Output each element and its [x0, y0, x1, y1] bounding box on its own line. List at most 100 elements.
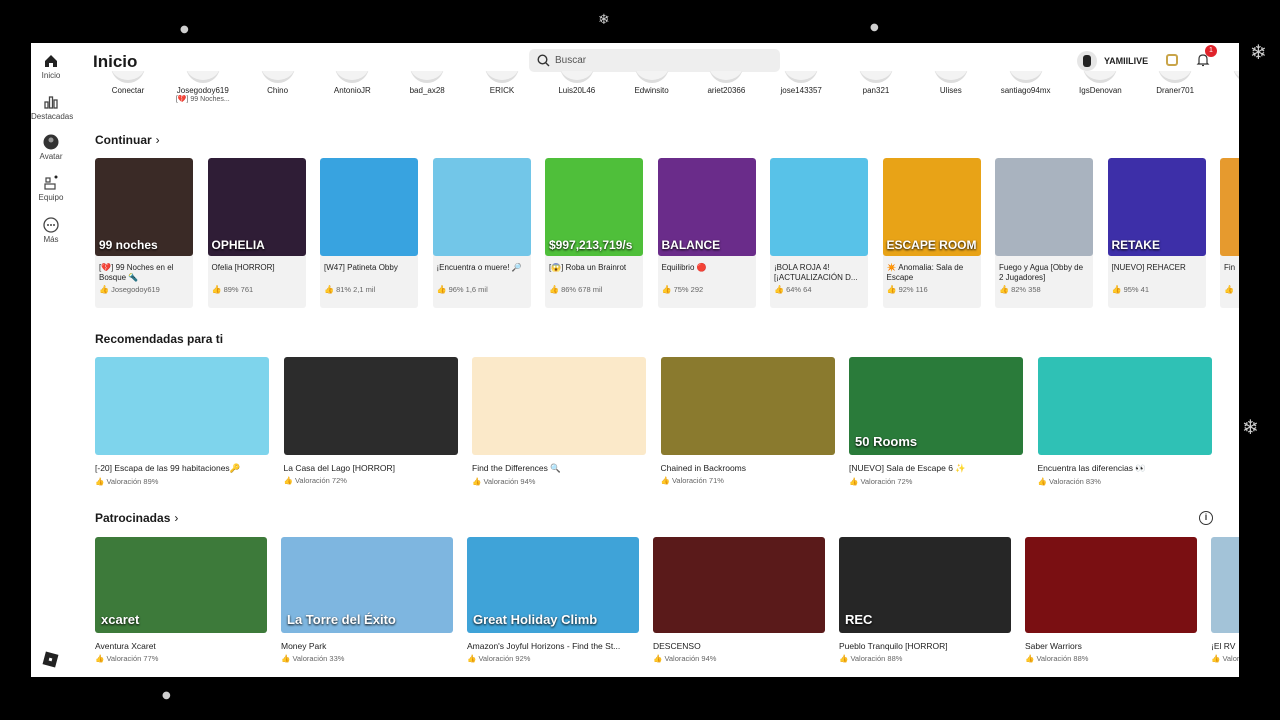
game-thumbnail[interactable]: [1220, 158, 1239, 256]
avatar[interactable]: [1158, 71, 1193, 83]
game-thumbnail[interactable]: OPHELIA: [207, 158, 306, 256]
game-card[interactable]: Find the Differences 🔍 👍 Valoración 94%: [472, 357, 646, 486]
friend-item[interactable]: Draner701: [1140, 71, 1210, 95]
avatar[interactable]: [260, 71, 295, 83]
game-card[interactable]: xcaret Aventura Xcaret 👍 Valoración 77%: [95, 537, 267, 663]
friend-item[interactable]: AntonioJR: [317, 71, 387, 95]
game-thumbnail[interactable]: [995, 158, 1093, 256]
avatar[interactable]: [933, 71, 968, 83]
game-thumbnail[interactable]: [1037, 357, 1212, 455]
nav-item-more[interactable]: Más: [31, 217, 71, 244]
avatar[interactable]: [111, 71, 145, 83]
friend-item[interactable]: Ulises: [916, 71, 986, 95]
game-tile[interactable]: 99 noches [💔] 99 Noches en el Bosque 🔦 👍 J…: [95, 158, 193, 308]
game-thumbnail[interactable]: REC: [839, 537, 1011, 633]
search-bar[interactable]: [529, 49, 780, 72]
user-profile[interactable]: YAMIILIVE: [1077, 50, 1148, 72]
game-tile[interactable]: OPHELIA Ofelia [HORROR] 👍 89% 761: [207, 158, 306, 308]
game-thumbnail[interactable]: [1211, 537, 1239, 633]
game-card[interactable]: Chained in Backrooms 👍 Valoración 71%: [660, 357, 835, 485]
stats-text: Josegodoy619: [111, 285, 160, 294]
game-card[interactable]: DESCENSO 👍 Valoración 94%: [653, 537, 825, 663]
game-thumbnail[interactable]: 99 noches: [95, 158, 193, 256]
game-thumbnail[interactable]: [653, 537, 825, 633]
game-thumbnail[interactable]: [320, 158, 418, 256]
game-card[interactable]: Great Holiday Climb Amazon's Joyful Horiz…: [467, 537, 639, 663]
friend-item[interactable]: jose143357: [766, 71, 836, 95]
game-tile[interactable]: [W47] Patineta Obby 👍 81% 2,1 mil: [320, 158, 418, 308]
game-thumbnail[interactable]: xcaret: [95, 537, 267, 633]
avatar[interactable]: [410, 71, 445, 83]
snowflake-icon: ❄: [1250, 40, 1267, 64]
game-thumbnail[interactable]: Great Holiday Climb: [467, 537, 639, 633]
game-card[interactable]: La Torre del Éxito Money Park 👍 Valoración…: [281, 537, 453, 663]
game-thumbnail[interactable]: [660, 357, 835, 455]
game-thumbnail[interactable]: [95, 357, 269, 455]
friend-item[interactable]: Chino: [243, 71, 313, 95]
avatar[interactable]: [1233, 71, 1239, 83]
game-thumbnail[interactable]: ESCAPE ROOM: [882, 158, 981, 256]
game-thumbnail[interactable]: [283, 357, 458, 455]
avatar[interactable]: [335, 71, 370, 83]
avatar[interactable]: [559, 71, 594, 83]
section-sponsored-header[interactable]: Patrocinadas ›: [95, 511, 178, 525]
friend-item[interactable]: santiago94mx: [991, 71, 1061, 95]
game-thumbnail[interactable]: 50 Rooms: [849, 357, 1023, 455]
game-thumbnail[interactable]: La Torre del Éxito: [281, 537, 453, 633]
thumbs-up-icon: 👍: [1224, 285, 1234, 294]
game-card[interactable]: [-20] Escapa de las 99 habitaciones🔑 👍 Va…: [95, 357, 269, 486]
game-card[interactable]: Saber Warriors 👍 Valoración 88%: [1025, 537, 1197, 663]
robux-icon[interactable]: [1166, 54, 1178, 66]
game-tile[interactable]: ¡BOLA ROJA 4! [¡ACTUALIZACIÓN D... 👍 64% …: [770, 158, 868, 308]
game-card[interactable]: 50 Rooms [NUEVO] Sala de Escape 6 ✨ 👍 Valo…: [849, 357, 1023, 486]
friend-item[interactable]: pan321: [841, 71, 911, 95]
game-card[interactable]: La Casa del Lago [HORROR] 👍 Valoración 72…: [283, 357, 458, 485]
nav-item-team[interactable]: Equipo: [31, 175, 71, 202]
game-tile[interactable]: Fuego y Agua [Obby de 2 Jugadores] 👍 82% …: [995, 158, 1093, 308]
snowflake-icon: ❄: [1242, 415, 1259, 439]
nav-item-charts[interactable]: Destacadas: [31, 94, 73, 121]
username[interactable]: YAMIILIVE: [1104, 56, 1148, 66]
game-tile[interactable]: Fin 👍: [1220, 158, 1239, 308]
avatar[interactable]: [1077, 51, 1097, 71]
game-tile[interactable]: ESCAPE ROOM ✴️ Anomalia: Sala de Escape 👍 …: [882, 158, 981, 308]
friend-item[interactable]: Luis20L46: [542, 71, 612, 95]
friend-item[interactable]: ariet20366: [691, 71, 761, 95]
game-thumbnail[interactable]: [432, 158, 531, 256]
game-thumbnail[interactable]: [770, 158, 868, 256]
game-tile[interactable]: ¡Encuentra o muere! 🔎 👍 96% 1,6 mil: [432, 158, 531, 308]
game-thumbnail[interactable]: [1025, 537, 1197, 633]
info-icon[interactable]: i: [1199, 511, 1213, 525]
game-thumbnail[interactable]: $997,213,719/s: [545, 158, 643, 256]
avatar[interactable]: [859, 71, 893, 83]
section-continue-header[interactable]: Continuar ›: [95, 133, 160, 147]
game-card[interactable]: ¡El RV 👍 Valoración: [1211, 537, 1239, 663]
friend-item[interactable]: Fre: [1215, 71, 1239, 95]
game-tile[interactable]: BALANCE Equilibrio 🔴 👍 75% 292: [657, 158, 756, 308]
friend-item[interactable]: Conectar: [93, 71, 163, 95]
friend-item[interactable]: IgsDenovan: [1065, 71, 1135, 95]
friend-item[interactable]: ERICK: [467, 71, 537, 95]
friend-item[interactable]: Edwinsito: [617, 71, 687, 95]
game-thumbnail[interactable]: RETAKE: [1107, 158, 1206, 256]
roblox-logo-icon[interactable]: [42, 651, 59, 668]
game-thumbnail[interactable]: BALANCE: [657, 158, 756, 256]
avatar[interactable]: [1083, 71, 1118, 83]
nav-item-home[interactable]: Inicio: [31, 53, 71, 80]
search-input[interactable]: [555, 52, 770, 69]
avatar[interactable]: [709, 71, 744, 83]
game-card[interactable]: Encuentra las diferencias 👀 👍 Valoración …: [1037, 357, 1212, 486]
avatar[interactable]: [185, 71, 220, 83]
game-tile[interactable]: RETAKE [NUEVO] REHACER 👍 95% 41: [1107, 158, 1206, 308]
avatar[interactable]: [784, 71, 819, 83]
game-card[interactable]: REC Pueblo Tranquilo [HORROR] 👍 Valoración…: [839, 537, 1011, 663]
friend-item[interactable]: Josegodoy619 [💔] 99 Noches...: [168, 71, 238, 103]
game-tile[interactable]: $997,213,719/s [😱] Roba un Brainrot 👍 86% …: [545, 158, 643, 308]
avatar[interactable]: [485, 71, 519, 83]
game-thumbnail[interactable]: [472, 357, 646, 455]
nav-item-avatar[interactable]: Avatar: [31, 134, 71, 161]
thumbnail-text: 50 Rooms: [855, 434, 918, 449]
friend-item[interactable]: bad_ax28: [392, 71, 462, 95]
avatar[interactable]: [634, 71, 669, 83]
avatar[interactable]: [1008, 71, 1043, 83]
